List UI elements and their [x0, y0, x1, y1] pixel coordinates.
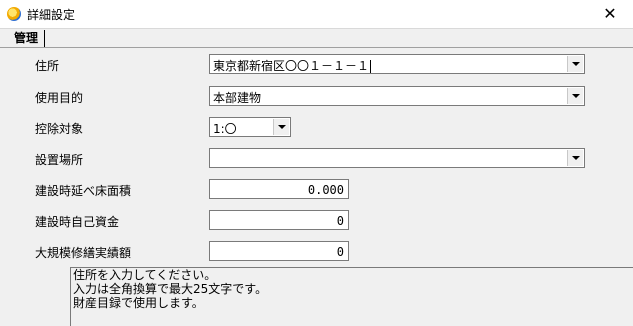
help-line: 住所を入力してください。	[73, 268, 217, 282]
close-button[interactable]: ✕	[587, 0, 633, 28]
tab-divider	[0, 47, 633, 48]
text-cursor	[370, 60, 372, 73]
floor-area-label: 建設時延べ床面積	[35, 184, 132, 198]
deduction-select[interactable]: 1:〇	[209, 117, 291, 137]
location-label: 設置場所	[35, 153, 84, 167]
help-line: 財産目録で使用します。	[73, 296, 204, 310]
floor-area-value: 0.000	[307, 183, 344, 197]
purpose-value: 本部建物	[213, 91, 262, 105]
repair-record-input[interactable]: 0	[209, 241, 349, 261]
repair-record-value: 0	[336, 245, 344, 259]
own-funds-value: 0	[336, 214, 344, 228]
deduction-label: 控除対象	[35, 122, 84, 136]
deduction-value: 1:〇	[213, 122, 237, 136]
purpose-combobox[interactable]: 本部建物	[209, 86, 585, 106]
own-funds-input[interactable]: 0	[209, 210, 349, 230]
address-label: 住所	[35, 59, 60, 73]
help-text-box: 住所を入力してください。 入力は全角換算で最大25文字です。 財産目録で使用しま…	[70, 267, 633, 326]
address-combobox[interactable]: 東京都新宿区〇〇１－１－１	[209, 54, 585, 74]
repair-record-label: 大規模修繕実績額	[35, 246, 132, 260]
purpose-label: 使用目的	[35, 91, 84, 105]
app-icon	[7, 7, 21, 21]
tab-management[interactable]: 管理	[4, 30, 46, 47]
location-combobox[interactable]	[209, 148, 585, 168]
address-value: 東京都新宿区〇〇１－１－１	[213, 59, 370, 73]
location-dropdown-arrow-icon[interactable]	[567, 150, 583, 166]
help-line: 入力は全角換算で最大25文字です。	[73, 282, 268, 296]
floor-area-input[interactable]: 0.000	[209, 179, 349, 199]
own-funds-label: 建設時自己資金	[35, 215, 120, 229]
purpose-dropdown-arrow-icon[interactable]	[567, 88, 583, 104]
window-title: 詳細設定	[27, 8, 76, 22]
deduction-dropdown-arrow-icon[interactable]	[273, 119, 289, 135]
address-dropdown-arrow-icon[interactable]	[567, 56, 583, 72]
title-bar: 詳細設定 ✕	[0, 0, 633, 29]
